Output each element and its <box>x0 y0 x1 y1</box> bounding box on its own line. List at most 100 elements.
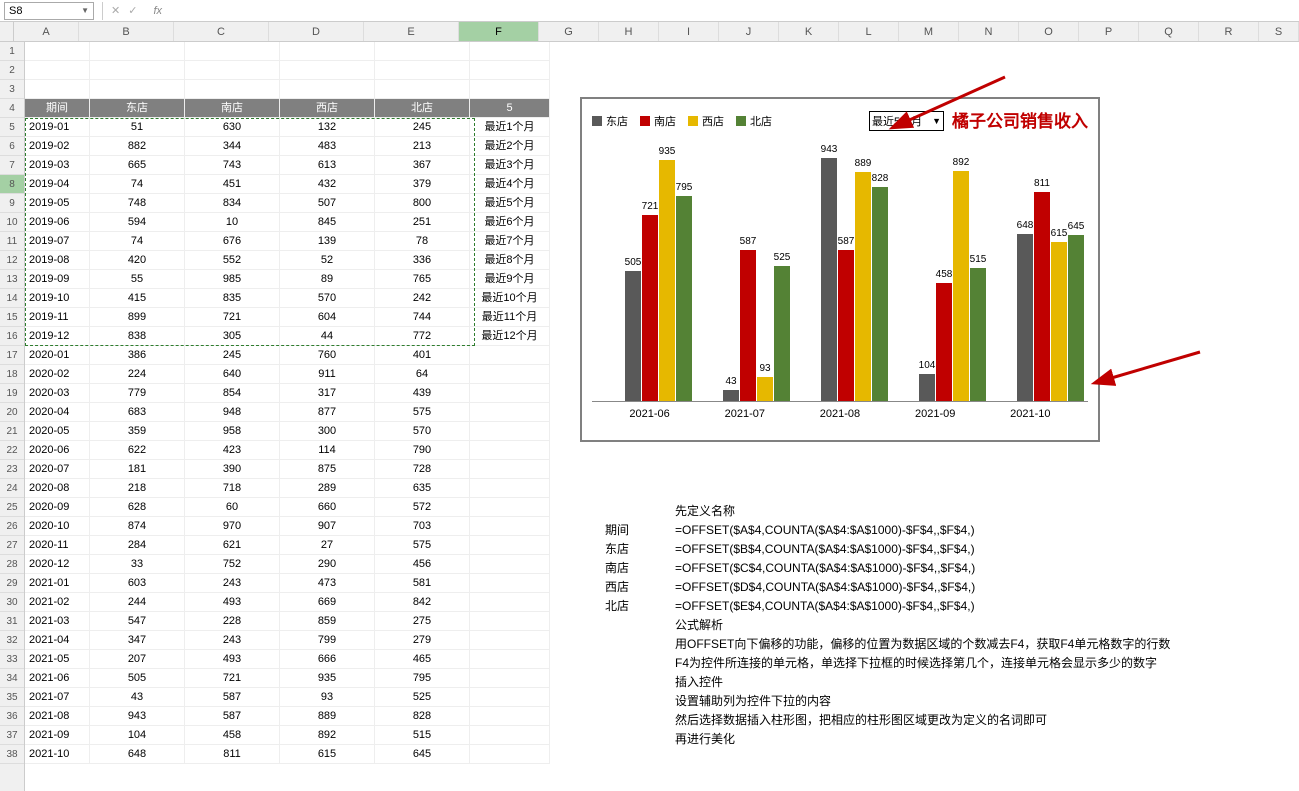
row-header[interactable]: 29 <box>0 574 24 593</box>
data-cell[interactable]: 44 <box>280 327 375 346</box>
data-cell[interactable]: 27 <box>280 536 375 555</box>
data-cell[interactable]: 795 <box>375 669 470 688</box>
data-cell[interactable]: 最近6个月 <box>470 213 550 232</box>
data-cell[interactable]: 899 <box>90 308 185 327</box>
data-cell[interactable]: 935 <box>280 669 375 688</box>
data-cell[interactable]: 760 <box>280 346 375 365</box>
data-cell[interactable]: 最近7个月 <box>470 232 550 251</box>
header-cell[interactable]: 北店 <box>375 99 470 118</box>
data-cell[interactable]: 505 <box>90 669 185 688</box>
formula-input[interactable] <box>166 2 1295 20</box>
row-header[interactable]: 13 <box>0 270 24 289</box>
data-cell[interactable]: 515 <box>375 726 470 745</box>
empty-cell[interactable] <box>25 61 90 80</box>
data-cell[interactable]: 最近10个月 <box>470 289 550 308</box>
data-cell[interactable] <box>470 707 550 726</box>
column-header[interactable]: O <box>1019 22 1079 41</box>
data-cell[interactable]: 60 <box>185 498 280 517</box>
data-cell[interactable]: 640 <box>185 365 280 384</box>
data-cell[interactable] <box>470 365 550 384</box>
data-cell[interactable]: 834 <box>185 194 280 213</box>
data-cell[interactable]: 882 <box>90 137 185 156</box>
empty-cell[interactable] <box>280 61 375 80</box>
row-header[interactable]: 9 <box>0 194 24 213</box>
empty-cell[interactable] <box>375 61 470 80</box>
header-cell[interactable]: 期间 <box>25 99 90 118</box>
row-header[interactable]: 4 <box>0 99 24 118</box>
row-header[interactable]: 33 <box>0 650 24 669</box>
data-cell[interactable]: 245 <box>185 346 280 365</box>
data-cell[interactable]: 645 <box>375 745 470 764</box>
data-cell[interactable]: 359 <box>90 422 185 441</box>
data-cell[interactable]: 2019-01 <box>25 118 90 137</box>
column-header[interactable]: F <box>459 22 539 41</box>
row-header[interactable]: 26 <box>0 517 24 536</box>
data-cell[interactable]: 752 <box>185 555 280 574</box>
data-cell[interactable]: 243 <box>185 574 280 593</box>
data-cell[interactable] <box>470 726 550 745</box>
data-cell[interactable] <box>470 574 550 593</box>
data-cell[interactable]: 892 <box>280 726 375 745</box>
row-header[interactable]: 11 <box>0 232 24 251</box>
data-cell[interactable]: 604 <box>280 308 375 327</box>
data-cell[interactable]: 875 <box>280 460 375 479</box>
chart-filter-dropdown[interactable]: 最近5个月 ▼ <box>869 111 944 131</box>
data-cell[interactable]: 628 <box>90 498 185 517</box>
data-cell[interactable]: 432 <box>280 175 375 194</box>
data-cell[interactable]: 718 <box>185 479 280 498</box>
data-cell[interactable]: 2020-10 <box>25 517 90 536</box>
data-cell[interactable]: 877 <box>280 403 375 422</box>
column-header[interactable]: K <box>779 22 839 41</box>
data-cell[interactable]: 748 <box>90 194 185 213</box>
data-cell[interactable] <box>470 536 550 555</box>
column-header[interactable]: R <box>1199 22 1259 41</box>
data-cell[interactable]: 648 <box>90 745 185 764</box>
row-header[interactable]: 21 <box>0 422 24 441</box>
empty-cell[interactable] <box>25 42 90 61</box>
header-cell[interactable]: 南店 <box>185 99 280 118</box>
row-header[interactable]: 7 <box>0 156 24 175</box>
data-cell[interactable]: 439 <box>375 384 470 403</box>
column-header[interactable]: D <box>269 22 364 41</box>
name-box[interactable]: S8 ▼ <box>4 2 94 20</box>
row-header[interactable]: 35 <box>0 688 24 707</box>
data-cell[interactable]: 43 <box>90 688 185 707</box>
data-cell[interactable]: 218 <box>90 479 185 498</box>
data-cell[interactable]: 104 <box>90 726 185 745</box>
row-header[interactable]: 5 <box>0 118 24 137</box>
row-header[interactable]: 3 <box>0 80 24 99</box>
empty-cell[interactable] <box>185 80 280 99</box>
data-cell[interactable]: 811 <box>185 745 280 764</box>
empty-cell[interactable] <box>375 80 470 99</box>
data-cell[interactable]: 242 <box>375 289 470 308</box>
column-header[interactable]: B <box>79 22 174 41</box>
row-header[interactable]: 30 <box>0 593 24 612</box>
data-cell[interactable]: 772 <box>375 327 470 346</box>
data-cell[interactable]: 587 <box>185 688 280 707</box>
data-cell[interactable]: 2019-05 <box>25 194 90 213</box>
empty-cell[interactable] <box>185 61 280 80</box>
data-cell[interactable]: 401 <box>375 346 470 365</box>
data-cell[interactable]: 721 <box>185 308 280 327</box>
data-cell[interactable]: 594 <box>90 213 185 232</box>
cells-area[interactable]: 期间东店南店西店北店52019-0151630132245最近1个月2019-0… <box>25 42 1299 791</box>
data-cell[interactable]: 最近9个月 <box>470 270 550 289</box>
data-cell[interactable]: 842 <box>375 593 470 612</box>
data-cell[interactable]: 2021-04 <box>25 631 90 650</box>
header-cell[interactable]: 东店 <box>90 99 185 118</box>
data-cell[interactable]: 2020-03 <box>25 384 90 403</box>
data-cell[interactable]: 2020-06 <box>25 441 90 460</box>
column-header[interactable]: A <box>14 22 79 41</box>
data-cell[interactable]: 2019-12 <box>25 327 90 346</box>
data-cell[interactable]: 835 <box>185 289 280 308</box>
data-cell[interactable]: 2021-01 <box>25 574 90 593</box>
data-cell[interactable]: 2021-05 <box>25 650 90 669</box>
data-cell[interactable]: 665 <box>90 156 185 175</box>
data-cell[interactable] <box>470 669 550 688</box>
empty-cell[interactable] <box>185 42 280 61</box>
data-cell[interactable]: 621 <box>185 536 280 555</box>
data-cell[interactable]: 828 <box>375 707 470 726</box>
column-header[interactable]: E <box>364 22 459 41</box>
header-cell[interactable]: 西店 <box>280 99 375 118</box>
data-cell[interactable]: 52 <box>280 251 375 270</box>
